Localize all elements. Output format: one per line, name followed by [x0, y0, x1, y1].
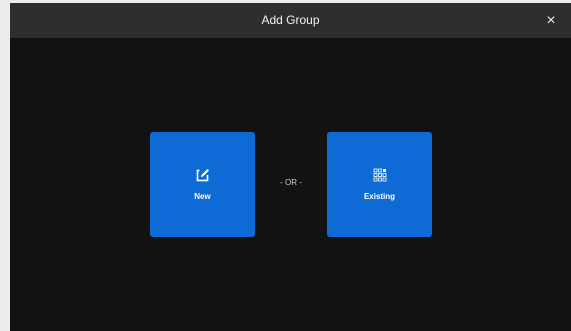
dialog-title: Add Group	[261, 13, 320, 27]
close-icon[interactable]: ×	[541, 3, 561, 38]
existing-button-label: Existing	[363, 192, 396, 201]
new-group-button[interactable]: New	[150, 132, 255, 237]
add-group-dialog: Add Group × New - OR - Existing	[10, 3, 571, 331]
grid-icon	[373, 168, 387, 182]
edit-icon	[196, 168, 210, 182]
dialog-content: New - OR - Existing	[10, 38, 571, 331]
new-button-label: New	[194, 192, 211, 201]
existing-group-button[interactable]: Existing	[327, 132, 432, 237]
or-separator: - OR -	[280, 178, 302, 187]
dialog-titlebar: Add Group ×	[10, 3, 571, 38]
